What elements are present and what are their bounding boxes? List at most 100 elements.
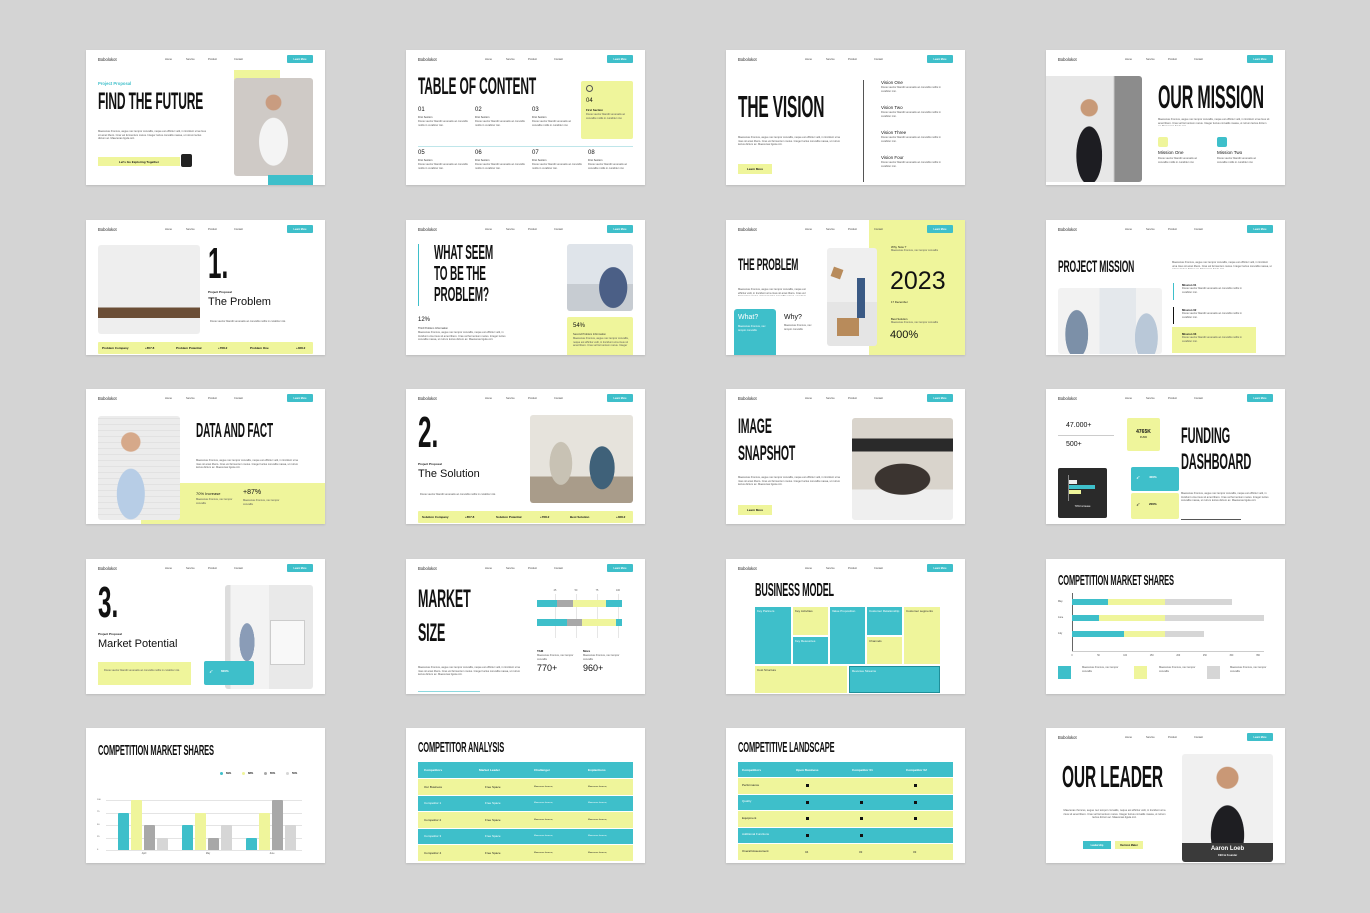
nav-link-contact[interactable]: Contact	[1194, 736, 1203, 739]
nav-link-home[interactable]: Home	[805, 567, 812, 570]
slide-funding-dashboard[interactable]: 47.000+ 500+ 4765K FUND 70% Increase ➶ 4…	[1046, 389, 1285, 524]
nav-link-product[interactable]: Product	[208, 58, 217, 61]
logo[interactable]: Bobolokot	[418, 396, 437, 401]
nav-link-contact[interactable]: Contact	[554, 58, 563, 61]
logo[interactable]: Bobolokot	[738, 396, 757, 401]
nav-link-product[interactable]: Product	[848, 397, 857, 400]
slide-competition-market-shares-vertical[interactable]: COMPETITION MARKET SHARES 69% 88% 65% 50% 0 2…	[86, 728, 325, 863]
learn-more-button[interactable]: Learn More	[927, 55, 953, 63]
logo[interactable]: Bobolokot	[98, 566, 117, 571]
slide-competitor-analysis[interactable]: COMPETITOR ANALYSIS Competitors Market Le…	[406, 728, 645, 863]
logo[interactable]: Bobolokot	[1058, 396, 1077, 401]
nav-link-product[interactable]: Product	[848, 58, 857, 61]
nav-link-contact[interactable]: Contact	[874, 397, 883, 400]
logo[interactable]: Bobolokot	[418, 227, 437, 232]
nav-link-contact[interactable]: Contact	[554, 228, 563, 231]
nav-link-product[interactable]: Product	[1168, 228, 1177, 231]
nav-link-service[interactable]: Service	[1146, 228, 1155, 231]
learn-more-button[interactable]: Learn More	[287, 564, 313, 572]
nav-link-contact[interactable]: Contact	[1194, 397, 1203, 400]
slide-the-problem-2[interactable]: THE PROBLEM Maecenas rhoncus, augue nec …	[726, 220, 965, 355]
explore-button[interactable]: Let's Go Exploring Together	[98, 157, 180, 166]
nav-link-service[interactable]: Service	[826, 567, 835, 570]
logo[interactable]: Bobolokot	[738, 566, 757, 571]
nav-link-product[interactable]: Product	[528, 567, 537, 570]
nav-link-contact[interactable]: Contact	[874, 58, 883, 61]
nav-link-product[interactable]: Product	[528, 228, 537, 231]
nav-link-contact[interactable]: Contact	[554, 567, 563, 570]
learn-more-button[interactable]: Learn More	[1247, 733, 1273, 741]
nav-link-product[interactable]: Product	[528, 58, 537, 61]
nav-link-product[interactable]: Product	[848, 567, 857, 570]
nav-link-home[interactable]: Home	[165, 228, 172, 231]
slide-the-solution[interactable]: 2. Project Proposal The Solution Donec a…	[406, 389, 645, 524]
nav-link-home[interactable]: Home	[1125, 397, 1132, 400]
slide-market-size[interactable]: MARKET SIZE Maecenas rhoncus, augue nec …	[406, 559, 645, 694]
nav-link-contact[interactable]: Contact	[874, 567, 883, 570]
nav-link-contact[interactable]: Contact	[874, 228, 883, 231]
nav-link-service[interactable]: Service	[1146, 58, 1155, 61]
logo[interactable]: Bobolokot	[738, 227, 757, 232]
slide-competitive-landscape[interactable]: COMPETITIVE LANDSCAPE Competitiors Open B…	[726, 728, 965, 863]
nav-link-service[interactable]: Service	[186, 58, 195, 61]
nav-link-home[interactable]: Home	[1125, 736, 1132, 739]
logo[interactable]: Bobolokot	[738, 57, 757, 62]
nav-link-service[interactable]: Service	[826, 397, 835, 400]
nav-link-home[interactable]: Home	[485, 567, 492, 570]
nav-link-service[interactable]: Service	[186, 567, 195, 570]
nav-link-product[interactable]: Product	[848, 228, 857, 231]
nav-link-home[interactable]: Home	[805, 397, 812, 400]
learn-more-button[interactable]: Learn More	[738, 505, 772, 515]
nav-link-product[interactable]: Product	[528, 397, 537, 400]
nav-link-home[interactable]: Home	[1125, 58, 1132, 61]
slide-business-model[interactable]: BUSINESS MODEL Key Partners Key Activiti…	[726, 559, 965, 694]
learn-more-button[interactable]: Learn More	[927, 394, 953, 402]
nav-link-contact[interactable]: Contact	[234, 567, 243, 570]
slide-our-mission[interactable]: OUR MISSION Maecenas rhoncus, augue nec …	[1046, 50, 1285, 185]
learn-more-button[interactable]: Learn More	[1247, 394, 1273, 402]
slide-data-and-fact[interactable]: DATA AND FACT Maecenas rhoncus, augue ne…	[86, 389, 325, 524]
learn-more-button[interactable]: Learn More	[927, 225, 953, 233]
nav-link-product[interactable]: Product	[208, 397, 217, 400]
slide-what-seem-problem[interactable]: WHAT SEEM TO BE THE PROBLEM? 12% Third P…	[406, 220, 645, 355]
logo[interactable]: Bobolokot	[1058, 735, 1077, 740]
learn-more-button[interactable]: Learn More	[607, 55, 633, 63]
nav-link-service[interactable]: Service	[506, 567, 515, 570]
nav-link-service[interactable]: Service	[826, 58, 835, 61]
slide-competition-market-shares-horizontal[interactable]: COMPETITION MARKET SHARES May June July 0 50…	[1046, 559, 1285, 694]
learn-more-button[interactable]: Learn More	[1247, 55, 1273, 63]
logo[interactable]: Bobolokot	[418, 566, 437, 571]
logo[interactable]: Bobolokot	[98, 227, 117, 232]
nav-link-contact[interactable]: Contact	[234, 58, 243, 61]
logo[interactable]: Bobolokot	[98, 57, 117, 62]
slide-market-potential[interactable]: 3. Project Proposal Market Potential Don…	[86, 559, 325, 694]
nav-link-home[interactable]: Home	[485, 58, 492, 61]
nav-link-product[interactable]: Product	[1168, 736, 1177, 739]
logo[interactable]: Bobolokot	[1058, 57, 1077, 62]
learn-more-button[interactable]: Learn More	[1247, 225, 1273, 233]
nav-link-service[interactable]: Service	[506, 228, 515, 231]
nav-link-home[interactable]: Home	[165, 567, 172, 570]
nav-link-service[interactable]: Service	[1146, 736, 1155, 739]
logo[interactable]: Bobolokot	[418, 57, 437, 62]
nav-link-product[interactable]: Product	[1168, 58, 1177, 61]
nav-link-service[interactable]: Service	[506, 58, 515, 61]
slide-the-problem-1[interactable]: 1. Project Proposal The Problem Donec au…	[86, 220, 325, 355]
slide-project-mission[interactable]: PROJECT MISSION Maecenas rhoncus, augue …	[1046, 220, 1285, 355]
nav-link-home[interactable]: Home	[805, 58, 812, 61]
nav-link-home[interactable]: Home	[165, 397, 172, 400]
nav-link-service[interactable]: Service	[186, 228, 195, 231]
leadership-button[interactable]: Leadership	[1083, 841, 1111, 849]
learn-more-button[interactable]: Learn More	[607, 225, 633, 233]
slide-find-the-future[interactable]: Project Proposal FIND THE FUTURE Maecena…	[86, 50, 325, 185]
nav-link-service[interactable]: Service	[186, 397, 195, 400]
nav-link-service[interactable]: Service	[1146, 397, 1155, 400]
nav-link-product[interactable]: Product	[208, 567, 217, 570]
learn-more-button[interactable]: Learn More	[927, 564, 953, 572]
learn-more-button[interactable]: Learn More	[738, 164, 772, 174]
nav-link-service[interactable]: Service	[826, 228, 835, 231]
nav-link-contact[interactable]: Contact	[1194, 58, 1203, 61]
nav-link-service[interactable]: Service	[506, 397, 515, 400]
slide-our-leader[interactable]: OUR LEADER Maecenas rhoncus, augue nec t…	[1046, 728, 1285, 863]
learn-more-button[interactable]: Learn More	[287, 55, 313, 63]
